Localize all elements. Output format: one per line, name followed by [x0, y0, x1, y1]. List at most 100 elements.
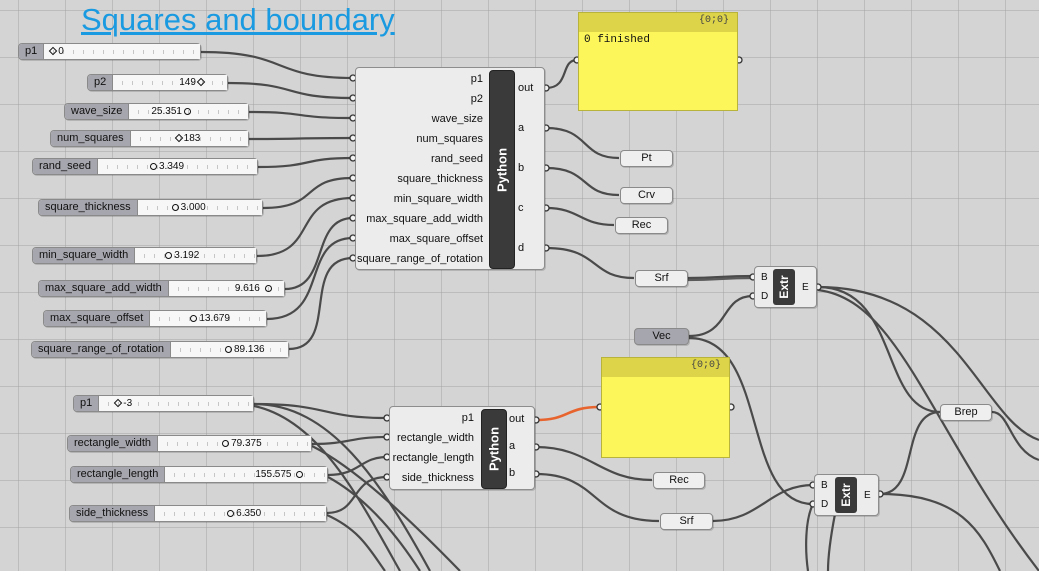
- output-e[interactable]: E: [802, 282, 809, 293]
- panel-1[interactable]: {0;0} 0 finished: [578, 12, 738, 111]
- input-rand-seed[interactable]: rand_seed: [357, 149, 483, 169]
- slider-track[interactable]: 149: [113, 75, 227, 90]
- slider-p1[interactable]: p1 0: [18, 43, 201, 60]
- input-b[interactable]: B: [821, 480, 828, 491]
- output-a[interactable]: a: [509, 440, 515, 452]
- slider-rand-seed[interactable]: rand_seed 3.349: [32, 158, 258, 175]
- slider-side-thickness[interactable]: side_thickness 6.350: [69, 505, 327, 522]
- panel-2[interactable]: {0;0}: [601, 357, 730, 458]
- param-rec-2[interactable]: Rec: [653, 472, 705, 489]
- slider-track[interactable]: 0: [44, 44, 200, 59]
- output-e[interactable]: E: [864, 490, 871, 501]
- slider-min-square-width[interactable]: min_square_width 3.192: [32, 247, 257, 264]
- extrude-component-1[interactable]: B D Extr E: [754, 266, 817, 308]
- output-out[interactable]: out: [518, 82, 533, 94]
- input-max-square-add-width[interactable]: max_square_add_width: [357, 209, 483, 229]
- slider-num-squares[interactable]: num_squares 183: [50, 130, 249, 147]
- output-out[interactable]: out: [509, 413, 524, 425]
- slider-track[interactable]: 183: [130, 131, 248, 146]
- slider-square-range-of-rotation[interactable]: square_range_of_rotation 89.136: [31, 341, 289, 358]
- slider-label: max_square_offset: [44, 311, 151, 326]
- input-d[interactable]: D: [761, 291, 768, 302]
- extrude-title-bar[interactable]: Extr: [773, 269, 795, 305]
- slider-track[interactable]: 3.192: [135, 248, 256, 263]
- extrude-component-2[interactable]: B D Extr E: [814, 474, 879, 516]
- output-b[interactable]: b: [518, 162, 524, 174]
- output-c[interactable]: c: [518, 202, 524, 214]
- slider-track[interactable]: 79.375: [158, 436, 311, 451]
- slider-track[interactable]: 89.136: [170, 342, 288, 357]
- slider-grip-icon[interactable]: [196, 78, 206, 87]
- input-side-thickness[interactable]: side_thickness: [393, 468, 474, 488]
- slider-track[interactable]: 3.349: [98, 159, 257, 174]
- slider-track[interactable]: 9.616: [168, 281, 284, 296]
- slider-p2[interactable]: p2 149: [87, 74, 228, 91]
- param-brep[interactable]: Brep: [940, 404, 992, 421]
- extrude-title-bar[interactable]: Extr: [835, 477, 857, 513]
- slider-square-thickness[interactable]: square_thickness 3.000: [38, 199, 263, 216]
- param-crv[interactable]: Crv: [620, 187, 673, 204]
- param-pt[interactable]: Pt: [620, 150, 673, 167]
- slider-grip-icon[interactable]: [190, 314, 198, 322]
- python-component-2[interactable]: p1 rectangle_width rectangle_length side…: [389, 406, 535, 490]
- param-rec-1[interactable]: Rec: [615, 217, 668, 234]
- wire: [545, 166, 620, 197]
- slider-max-square-add-width[interactable]: max_square_add_width 9.616: [38, 280, 285, 297]
- slider-track[interactable]: 13.679: [150, 311, 266, 326]
- slider-p1-bottom[interactable]: p1 -3: [73, 395, 254, 412]
- input-square-thickness[interactable]: square_thickness: [357, 169, 483, 189]
- python-title-bar[interactable]: Python: [481, 409, 507, 489]
- input-b[interactable]: B: [761, 272, 768, 283]
- slider-grip-icon[interactable]: [114, 399, 123, 408]
- slider-rectangle-width[interactable]: rectangle_width 79.375: [67, 435, 312, 452]
- param-srf-2[interactable]: Srf: [660, 513, 713, 530]
- wire: [826, 513, 837, 571]
- slider-max-square-offset[interactable]: max_square_offset 13.679: [43, 310, 267, 327]
- slider-grip-icon[interactable]: [165, 251, 173, 259]
- input-d[interactable]: D: [821, 499, 828, 510]
- input-square-range-of-rotation[interactable]: square_range_of_rotation: [357, 249, 483, 269]
- input-p2[interactable]: p2: [357, 89, 483, 109]
- slider-grip-icon[interactable]: [150, 162, 157, 170]
- slider-grip-icon[interactable]: [174, 134, 183, 143]
- component-name: Extr: [839, 483, 853, 507]
- input-rectangle-width[interactable]: rectangle_width: [393, 428, 474, 448]
- output-b[interactable]: b: [509, 467, 515, 479]
- slider-track[interactable]: 6.350: [155, 506, 326, 521]
- slider-wave-size[interactable]: wave_size 25.351: [64, 103, 249, 120]
- slider-label: square_range_of_rotation: [32, 342, 171, 357]
- param-srf-1[interactable]: Srf: [635, 270, 688, 287]
- slider-track[interactable]: 25.351: [129, 104, 248, 119]
- slider-value: 6.350: [236, 508, 262, 519]
- input-max-square-offset[interactable]: max_square_offset: [357, 229, 483, 249]
- slider-grip-icon[interactable]: [224, 345, 232, 353]
- input-wave-size[interactable]: wave_size: [357, 109, 483, 129]
- input-p1[interactable]: p1: [393, 408, 474, 428]
- slider-grip-icon[interactable]: [227, 509, 235, 517]
- wire: [879, 492, 1001, 571]
- input-rectangle-length[interactable]: rectangle_length: [393, 448, 474, 468]
- slider-grip-icon[interactable]: [264, 284, 272, 292]
- slider-track[interactable]: 155.575: [165, 467, 327, 482]
- slider-track[interactable]: 3.000: [137, 200, 262, 215]
- wire: [545, 126, 620, 160]
- slider-track[interactable]: -3: [99, 396, 253, 411]
- slider-rectangle-length[interactable]: rectangle_length 155.575: [70, 466, 328, 483]
- input-num-squares[interactable]: num_squares: [357, 129, 483, 149]
- python-title-bar[interactable]: Python: [489, 70, 515, 269]
- input-min-square-width[interactable]: min_square_width: [357, 189, 483, 209]
- slider-grip-icon[interactable]: [222, 439, 230, 447]
- slider-grip-icon[interactable]: [49, 47, 58, 56]
- slider-grip-icon[interactable]: [296, 470, 304, 478]
- param-vec[interactable]: Vec: [634, 328, 689, 345]
- wire: [327, 455, 388, 477]
- wire: [326, 475, 388, 515]
- output-d[interactable]: d: [518, 242, 524, 254]
- output-a[interactable]: a: [518, 122, 524, 134]
- input-p1[interactable]: p1: [357, 69, 483, 89]
- wire: [817, 285, 941, 414]
- python-component-1[interactable]: p1 p2 wave_size num_squares rand_seed sq…: [355, 67, 545, 270]
- slider-label: side_thickness: [70, 506, 156, 521]
- slider-grip-icon[interactable]: [183, 107, 191, 115]
- slider-grip-icon[interactable]: [171, 203, 179, 211]
